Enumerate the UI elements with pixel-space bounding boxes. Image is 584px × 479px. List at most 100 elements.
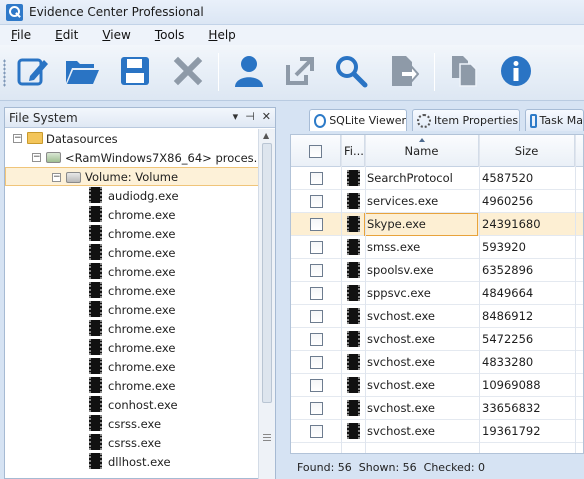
tree-item[interactable]: chrome.exe [5,262,259,281]
tree-item[interactable]: csrss.exe [5,414,259,433]
tree-item[interactable]: conhost.exe [5,395,259,414]
table-row[interactable]: Skype.exe 24391680 [291,213,583,236]
column-header-size[interactable]: Size [479,135,575,167]
executable-icon [347,285,360,301]
menu-label: elp [217,28,236,42]
table-row[interactable]: sppsvc.exe 4849664 [291,282,583,305]
menu-view[interactable]: View [102,28,130,42]
tree-item[interactable]: csrss.exe [5,433,259,452]
tab-item-properties[interactable]: Item Properties [412,109,520,131]
delete-button[interactable] [168,51,208,91]
tree-item[interactable]: chrome.exe [5,338,259,357]
scrollbar-thumb[interactable] [262,143,272,403]
toolbar-separator [434,53,435,91]
tab-task-manager[interactable]: Task Ma [525,109,584,131]
tree-item[interactable]: chrome.exe [5,376,259,395]
column-header-file-icon[interactable]: Fi... [341,135,365,167]
row-checkbox[interactable] [310,287,323,300]
item-properties-icon [417,113,431,128]
scrollbar-grip [263,434,271,442]
column-divider [341,135,342,453]
info-button[interactable] [496,51,536,91]
table-row[interactable]: spoolsv.exe 6352896 [291,259,583,282]
title-bar: Evidence Center Professional [0,0,584,25]
row-checkbox[interactable] [310,310,323,323]
column-divider [479,135,480,453]
table-row[interactable]: services.exe 4960256 [291,190,583,213]
status-found: Found: 56 [297,461,352,474]
table-row[interactable]: svchost.exe 8486912 [291,305,583,328]
menu-label: iew [110,28,131,42]
tree-item[interactable]: − Volume: Volume [5,167,259,186]
toolbar-grip[interactable] [3,59,6,87]
select-all-checkbox[interactable] [309,144,322,158]
cell-size: 19361792 [482,424,541,438]
cell-size: 5472256 [482,332,534,346]
executable-icon [89,263,102,279]
tree-item[interactable]: chrome.exe [5,224,259,243]
grid-header: Fi... Name Size [291,135,583,167]
row-checkbox[interactable] [310,379,323,392]
menu-file[interactable]: File [11,28,31,42]
cell-size: 4587520 [482,171,534,185]
panel-menu-icon[interactable]: ▾ [233,110,239,123]
panel-title: File System [9,110,78,125]
collapse-icon[interactable]: − [13,134,22,143]
tree-item-label: chrome.exe [108,245,176,260]
row-checkbox[interactable] [310,425,323,438]
row-checkbox[interactable] [310,241,323,254]
row-checkbox[interactable] [310,218,323,231]
table-row[interactable]: svchost.exe 4833280 [291,351,583,374]
table-row[interactable]: svchost.exe 10969088 [291,374,583,397]
tree-item[interactable]: − <RamWindows7X86_64> proces... [5,148,259,167]
menu-tools[interactable]: Tools [155,28,185,42]
tree-item[interactable]: dllhost.exe [5,452,259,471]
tree-item[interactable]: chrome.exe [5,205,259,224]
column-header-name[interactable]: Name [365,135,479,167]
executable-icon [89,225,102,241]
cell-size: 4849664 [482,286,534,300]
tree-scrollbar[interactable]: ▲ [258,129,275,479]
user-button[interactable] [229,51,269,91]
save-button[interactable] [115,51,155,91]
table-row[interactable]: smss.exe 593920 [291,236,583,259]
status-bar: Found: 56 Shown: 56 Checked: 0 [290,456,584,479]
row-checkbox[interactable] [310,264,323,277]
tree-item[interactable]: audiodg.exe [5,186,259,205]
close-icon[interactable]: ✕ [262,110,271,123]
tree-item[interactable]: chrome.exe [5,243,259,262]
row-checkbox[interactable] [310,402,323,415]
collapse-icon[interactable]: − [32,153,41,162]
table-row[interactable]: svchost.exe 19361792 [291,420,583,443]
open-button[interactable] [62,51,102,91]
executable-icon [89,396,102,412]
tree-item[interactable]: chrome.exe [5,319,259,338]
table-row[interactable]: SearchProtocol 4587520 [291,167,583,190]
cell-size: 593920 [482,240,526,254]
table-row[interactable]: svchost.exe 5472256 [291,328,583,351]
collapse-icon[interactable]: − [52,173,61,182]
table-row[interactable]: svchost.exe 33656832 [291,397,583,420]
search-button[interactable] [331,51,371,91]
row-checkbox[interactable] [310,195,323,208]
menu-edit[interactable]: Edit [55,28,78,42]
menu-bar: File Edit View Tools Help [0,25,584,45]
pin-icon[interactable]: ⊣ [245,110,255,123]
executable-icon [89,434,102,450]
scroll-up-icon[interactable]: ▲ [263,131,269,140]
edit-button[interactable] [13,51,53,91]
export-button[interactable] [280,51,320,91]
tree-item[interactable]: chrome.exe [5,300,259,319]
sort-ascending-icon [418,138,425,142]
toolbar [0,45,584,101]
copy-button[interactable] [444,51,484,91]
row-checkbox[interactable] [310,356,323,369]
tab-sqlite-viewer[interactable]: SQLite Viewer [309,109,407,131]
row-checkbox[interactable] [310,172,323,185]
menu-help[interactable]: Help [208,28,235,42]
tree-item[interactable]: − Datasources [5,129,259,148]
export-page-button[interactable] [384,51,424,91]
row-checkbox[interactable] [310,333,323,346]
tree-item[interactable]: chrome.exe [5,281,259,300]
tree-item[interactable]: chrome.exe [5,357,259,376]
